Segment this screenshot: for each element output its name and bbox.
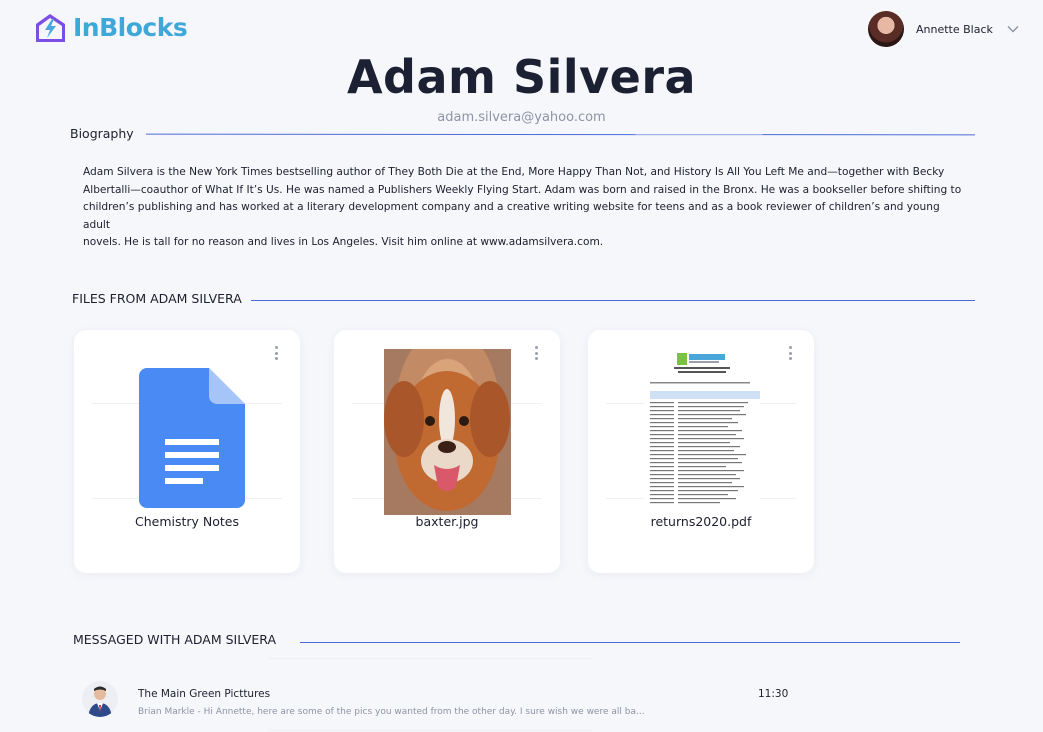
mailbox-bolt-icon [36, 14, 65, 42]
message-divider [268, 658, 593, 659]
pdf-document-thumbnail[interactable] [644, 349, 760, 515]
file-card[interactable]: Chemistry Notes [74, 330, 300, 573]
user-name: Annette Black [916, 22, 993, 36]
dog-photo-thumbnail[interactable] [384, 349, 511, 515]
user-menu[interactable]: Annette Black [868, 11, 1020, 47]
biography-text: Adam Silvera is the New York Times bests… [83, 164, 963, 252]
dog-face [384, 349, 511, 515]
more-vertical-icon[interactable] [532, 346, 540, 360]
section-title: MESSAGED WITH ADAM SILVERA [73, 632, 277, 647]
file-card[interactable]: baxter.jpg [334, 330, 560, 573]
avatar [868, 11, 904, 47]
message-preview: Brian Markle - Hi Annette, here are some… [138, 707, 645, 717]
more-vertical-icon[interactable] [786, 346, 794, 360]
section-divider [300, 642, 960, 643]
file-name[interactable]: Chemistry Notes [74, 514, 300, 529]
file-card[interactable]: returns2020.pdf [588, 330, 814, 573]
page-title: Adam Silvera [346, 50, 697, 104]
avatar [82, 681, 118, 717]
more-vertical-icon[interactable] [272, 346, 280, 360]
messages-header: MESSAGED WITH ADAM SILVERA [73, 632, 276, 647]
pdf-page [650, 353, 760, 504]
profile-email[interactable]: adam.silvera@yahoo.com [0, 110, 1043, 125]
file-name[interactable]: returns2020.pdf [588, 514, 814, 529]
biography-header: Biography [70, 126, 134, 141]
message-time: 11:30 [758, 688, 789, 700]
message-title: The Main Green Picttures [138, 688, 271, 700]
chevron-down-icon[interactable] [1006, 22, 1020, 36]
brand-name: InBlocks [73, 12, 188, 42]
files-header: FILES FROM ADAM SILVERA [72, 291, 242, 306]
bio-line: Adam Silvera is the New York Times bests… [83, 166, 945, 178]
section-title: Biography [70, 126, 134, 141]
bio-line: novels. He is tall for no reason and liv… [83, 236, 604, 249]
message-divider [268, 730, 593, 731]
bio-line: children’s publishing and has worked at … [83, 201, 940, 231]
person-avatar-icon [88, 686, 112, 717]
file-name[interactable]: baxter.jpg [334, 514, 560, 529]
section-title: FILES FROM ADAM SILVERA [72, 291, 242, 306]
brand-logo[interactable]: InBlocks [34, 10, 188, 44]
section-divider [145, 133, 976, 136]
message-row[interactable]: The Main Green Picttures Brian Markle - … [82, 681, 788, 721]
bio-line: Albertalli—coauthor of What If It’s Us. … [83, 183, 962, 196]
section-divider [251, 300, 975, 301]
google-docs-icon [139, 368, 245, 508]
